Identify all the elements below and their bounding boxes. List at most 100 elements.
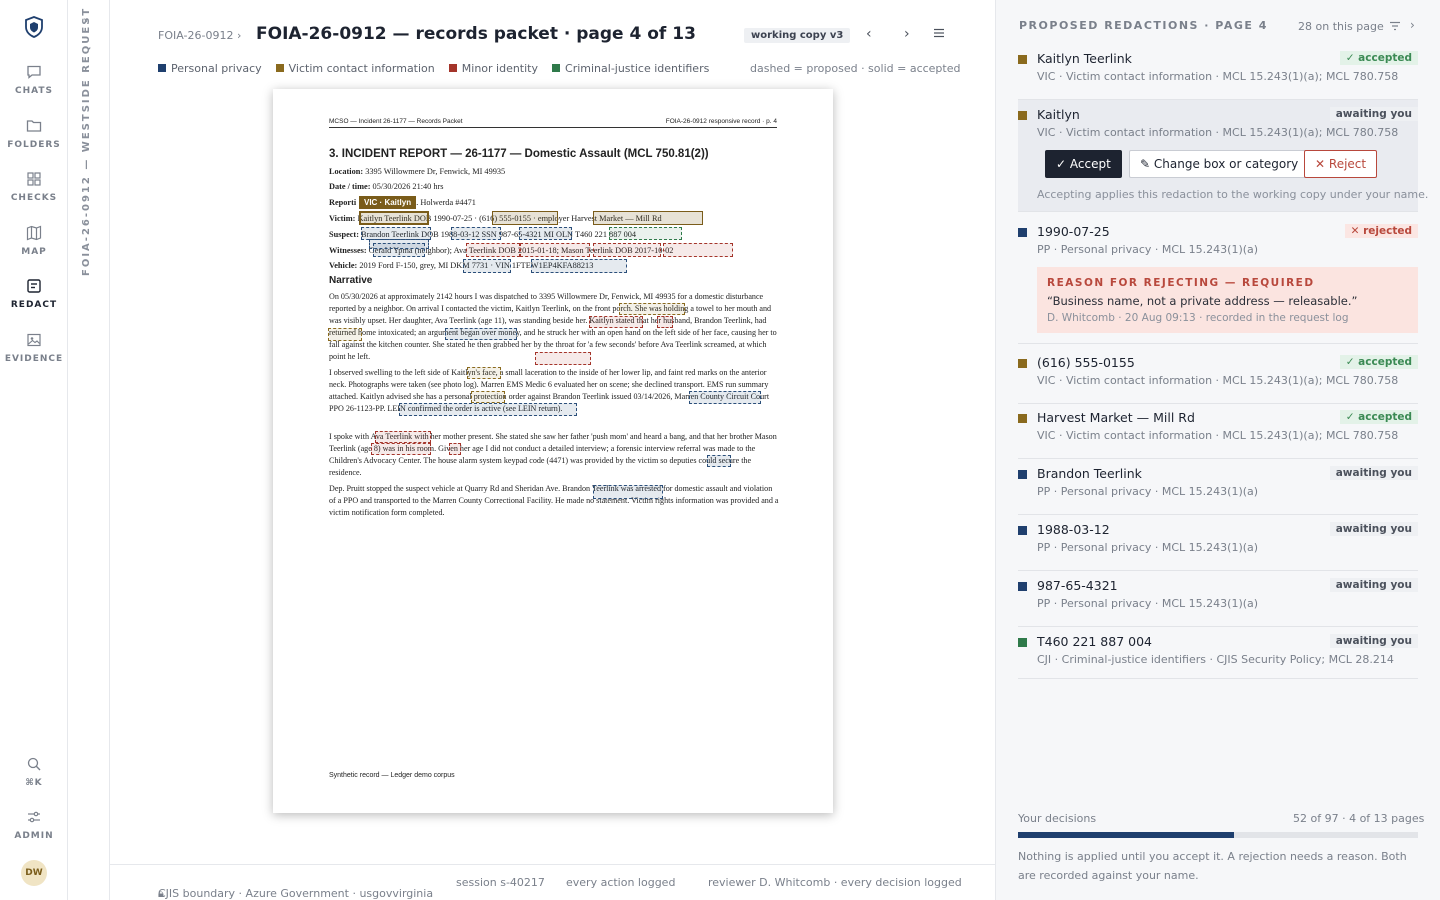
redaction-box[interactable] xyxy=(375,431,431,443)
redaction-box[interactable] xyxy=(471,391,505,403)
legend-swatch xyxy=(552,64,561,72)
redaction-box-selected[interactable] xyxy=(359,211,429,225)
legend-item: Criminal-justice identifiers xyxy=(552,62,709,75)
redaction-box[interactable] xyxy=(593,485,663,499)
request-strip-label: FOIA-26-0912 — WESTSIDE REQUEST xyxy=(81,6,92,276)
redaction-text: Kaitlyn Teerlink xyxy=(1037,51,1132,66)
pencil-icon: ✎ xyxy=(1140,157,1151,171)
redaction-box[interactable] xyxy=(589,316,643,328)
user-avatar[interactable]: DW xyxy=(21,860,47,886)
chevron-right-icon[interactable]: › xyxy=(1410,18,1415,32)
redaction-text: (616) 555-0155 xyxy=(1037,355,1135,370)
folder-icon xyxy=(26,120,42,132)
rail-admin[interactable]: ADMIN xyxy=(0,809,68,841)
document-page: MCSO — Incident 26-1177 — Records Packet… xyxy=(273,89,833,813)
location-line: Location: 3395 Willowmere Dr, Fenwick, M… xyxy=(329,167,506,176)
rail-label: ADMIN xyxy=(14,831,54,841)
decisions-note: Nothing is applied until you accept it. … xyxy=(1018,850,1407,882)
rail-label: FOLDERS xyxy=(7,140,61,150)
rail-folders[interactable]: FOLDERS xyxy=(0,118,68,150)
status-badge: ✓ accepted xyxy=(1339,410,1418,424)
page-title: FOIA-26-0912 — records packet · page 4 o… xyxy=(256,24,696,44)
grid-icon xyxy=(27,172,41,186)
status-badge: ✕ rejected xyxy=(1344,224,1418,238)
redaction-box[interactable] xyxy=(520,243,590,257)
redaction-box[interactable] xyxy=(619,303,685,315)
rail-map[interactable]: MAP xyxy=(0,225,68,257)
menu-icon[interactable] xyxy=(933,27,945,43)
narrative-paragraph: Dep. Pruitt stopped the suspect vehicle … xyxy=(329,484,779,517)
breadcrumb[interactable]: FOIA-26-0912 › xyxy=(158,29,241,42)
x-icon: ✕ xyxy=(1315,157,1326,171)
redaction-box[interactable] xyxy=(663,243,733,257)
redaction-text: T460 221 887 004 xyxy=(1037,634,1152,649)
redaction-item[interactable]: Kaitlyn Teerlink VIC · Victim contact in… xyxy=(1018,44,1418,100)
redaction-box[interactable] xyxy=(463,259,511,273)
narrative-heading: Narrative xyxy=(329,275,373,286)
redaction-box[interactable] xyxy=(328,328,362,341)
redaction-item[interactable]: Harvest Market — Mill Rd VIC · Victim co… xyxy=(1018,403,1418,459)
redaction-box[interactable] xyxy=(445,328,517,340)
redaction-box[interactable] xyxy=(707,455,731,467)
redaction-item[interactable]: (616) 555-0155 VIC · Victim contact info… xyxy=(1018,348,1418,404)
shield-logo-icon[interactable] xyxy=(24,16,44,38)
rail-search[interactable]: ⌘K xyxy=(0,756,68,788)
redaction-box[interactable] xyxy=(593,243,661,257)
redaction-box[interactable] xyxy=(689,391,761,404)
redaction-box[interactable] xyxy=(451,227,501,240)
status-badge: ✓ accepted xyxy=(1339,51,1418,65)
decisions-count: 52 of 97 · 4 of 13 pages xyxy=(1293,812,1425,825)
redaction-text: Harvest Market — Mill Rd xyxy=(1037,410,1195,425)
redaction-item[interactable]: 1988-03-12 PP · Personal privacy · MCL 1… xyxy=(1018,515,1418,571)
redaction-box[interactable] xyxy=(466,243,520,257)
redaction-meta: PP · Personal privacy · MCL 15.243(1)(a) xyxy=(1037,597,1259,610)
progress-fill xyxy=(1018,832,1234,838)
status-badge: awaiting you xyxy=(1329,466,1418,480)
redaction-box[interactable] xyxy=(371,443,431,455)
prev-page-icon[interactable]: ‹ xyxy=(866,26,872,42)
redaction-item[interactable]: Brandon Teerlink PP · Personal privacy ·… xyxy=(1018,459,1418,515)
redaction-item[interactable]: T460 221 887 004 CJI · Criminal-justice … xyxy=(1018,627,1418,679)
redaction-box[interactable] xyxy=(373,243,425,257)
redaction-box[interactable] xyxy=(657,316,673,328)
reason-quote: “Business name, not a private address — … xyxy=(1047,294,1358,308)
redaction-text: 987-65-4321 xyxy=(1037,578,1118,593)
next-page-icon[interactable]: › xyxy=(904,26,910,42)
legend-swatch xyxy=(158,64,166,72)
rail-redact[interactable]: REDACT xyxy=(0,278,68,310)
filter-icon[interactable] xyxy=(1389,20,1401,35)
redaction-box[interactable] xyxy=(609,227,682,240)
category-swatch xyxy=(1018,228,1027,237)
category-swatch xyxy=(1018,55,1027,64)
rail-label: EVIDENCE xyxy=(4,354,64,364)
redaction-box[interactable] xyxy=(519,227,572,240)
redaction-box[interactable] xyxy=(531,259,627,273)
rail-checks[interactable]: CHECKS xyxy=(0,171,68,203)
legend-note: dashed = proposed · solid = accepted xyxy=(750,62,961,75)
category-swatch xyxy=(1018,359,1027,368)
category-swatch xyxy=(1018,414,1027,423)
redaction-box[interactable] xyxy=(449,443,461,455)
map-icon xyxy=(26,225,42,241)
document-viewer: FOIA-26-0912 › FOIA-26-0912 — records pa… xyxy=(110,0,995,900)
redaction-box[interactable] xyxy=(535,352,591,365)
rail-evidence[interactable]: EVIDENCE xyxy=(0,332,68,364)
rail-chats[interactable]: CHATS xyxy=(0,64,68,96)
redaction-box[interactable] xyxy=(467,367,501,379)
search-icon xyxy=(27,757,41,771)
accept-button[interactable]: ✓ Accept xyxy=(1045,150,1122,178)
status-footer: 🔒︎ CJIS boundary · Azure Government · us… xyxy=(110,864,995,900)
redaction-box[interactable] xyxy=(399,403,577,416)
change-box-button[interactable]: ✎ Change box or category xyxy=(1129,150,1310,178)
rejection-reason-box: REASON FOR REJECTING — REQUIRED “Busines… xyxy=(1037,267,1418,333)
chat-icon xyxy=(27,65,41,79)
redaction-box[interactable] xyxy=(593,211,703,225)
reject-button[interactable]: ✕ Reject xyxy=(1304,150,1378,178)
redaction-box[interactable] xyxy=(492,211,558,225)
decisions-progress-bar xyxy=(1018,832,1418,838)
page-header: MCSO — Incident 26-1177 — Records Packet… xyxy=(329,118,777,128)
sliders-icon xyxy=(28,811,40,823)
redaction-item[interactable]: 987-65-4321 PP · Personal privacy · MCL … xyxy=(1018,571,1418,627)
status-badge: ✓ accepted xyxy=(1339,355,1418,369)
page-footer: Synthetic record — Ledger demo corpus xyxy=(329,772,455,779)
